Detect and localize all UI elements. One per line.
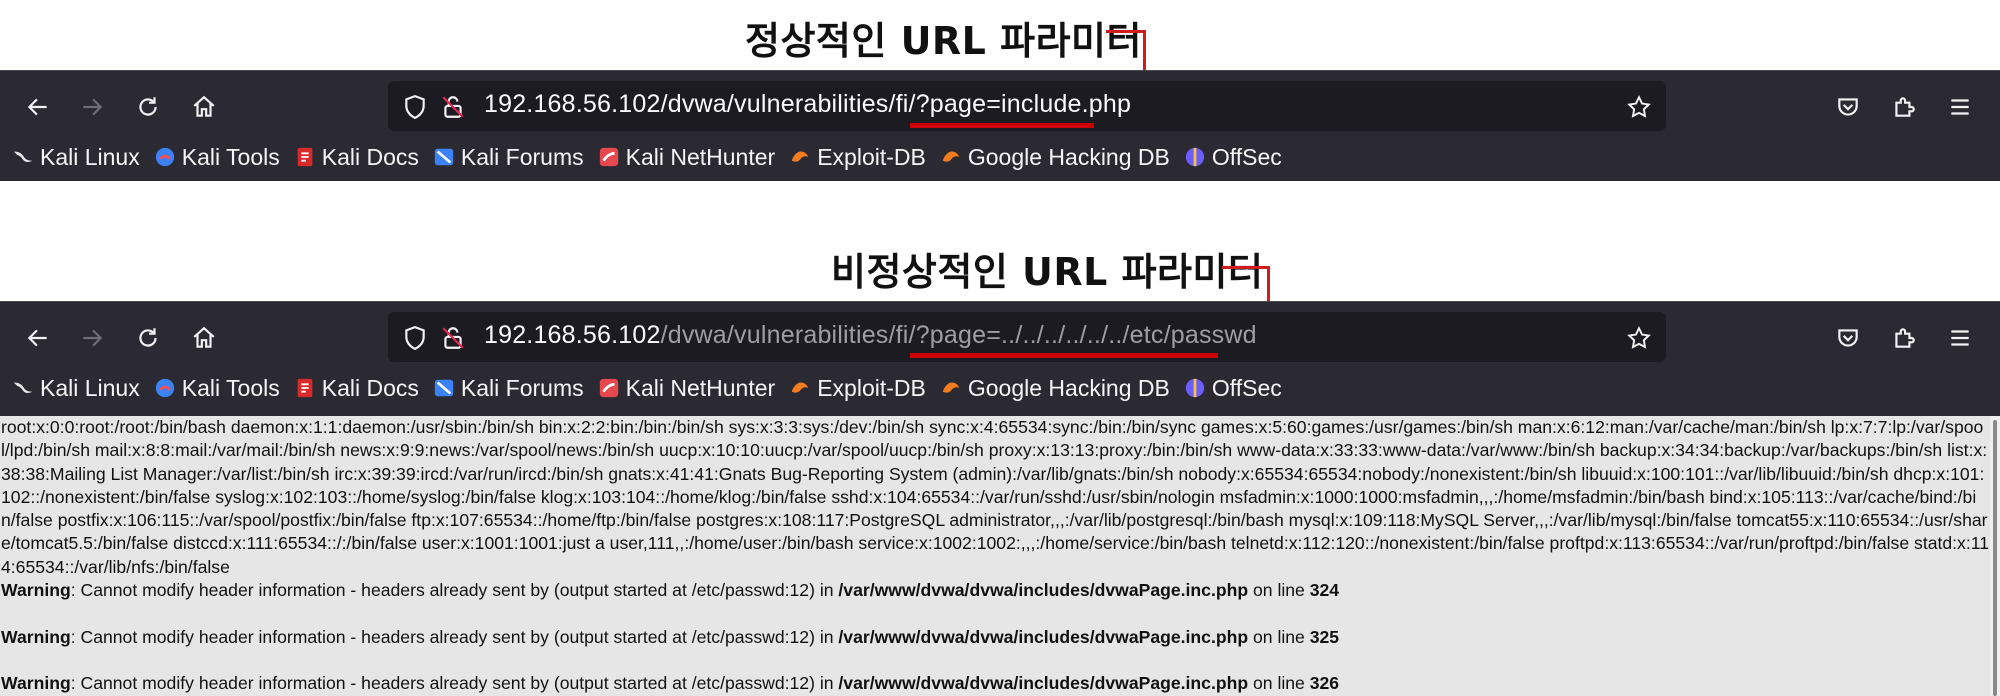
bookmark-kali-nethunter[interactable]: Kali NetHunter	[598, 375, 775, 402]
bookmark-exploit-db[interactable]: Exploit-DB	[789, 375, 926, 402]
browser-toolbar-bottom: 192.168.56.102/dvwa/vulnerabilities/fi/?…	[0, 301, 2000, 416]
bookmark-exploit-db[interactable]: Exploit-DB	[789, 144, 926, 171]
kali-dragon-icon	[13, 382, 33, 394]
kali-tools-icon	[155, 378, 174, 398]
menu-button[interactable]	[1940, 318, 1980, 358]
kali-forums-icon	[434, 379, 454, 397]
ghdb-icon	[942, 382, 960, 393]
home-icon	[193, 95, 215, 117]
caption-abnormal-url: 비정상적인 URL 파라미터	[831, 250, 1264, 294]
back-button[interactable]	[14, 85, 62, 129]
bookmark-star-icon[interactable]	[1626, 94, 1652, 120]
url-highlight-underline-bottom	[910, 353, 1218, 358]
url-text[interactable]: 192.168.56.102/dvwa/vulnerabilities/fi/?…	[484, 90, 1131, 119]
pocket-button[interactable]	[1828, 318, 1868, 358]
puzzle-icon	[1895, 328, 1915, 348]
insecure-lock-icon[interactable]	[440, 94, 466, 120]
forward-arrow-icon	[83, 329, 103, 347]
ghdb-icon	[942, 151, 960, 162]
kali-docs-icon	[297, 147, 313, 167]
bookmark-google-hacking-db[interactable]: Google Hacking DB	[940, 375, 1170, 402]
extensions-button[interactable]	[1884, 87, 1924, 127]
hamburger-menu-icon	[1951, 99, 1969, 115]
offsec-icon	[1185, 378, 1205, 398]
home-button[interactable]	[180, 316, 228, 360]
php-warning: Warning: Cannot modify header informatio…	[1, 626, 1340, 647]
bookmark-kali-forums[interactable]: Kali Forums	[433, 375, 584, 402]
forward-button[interactable]	[68, 316, 116, 360]
bookmark-kali-nethunter[interactable]: Kali NetHunter	[598, 144, 775, 171]
offsec-icon	[1185, 147, 1205, 167]
url-path: /dvwa/vulnerabilities/fi/?page=../../../…	[660, 321, 1257, 349]
caption-normal-url: 정상적인 URL 파라미터	[745, 19, 1142, 63]
bookmark-kali-docs[interactable]: Kali Docs	[294, 144, 419, 171]
forward-button[interactable]	[68, 85, 116, 129]
kali-tools-icon	[155, 147, 174, 167]
url-text[interactable]: 192.168.56.102/dvwa/vulnerabilities/fi/?…	[484, 321, 1257, 350]
bookmark-kali-tools[interactable]: Kali Tools	[154, 144, 280, 171]
bookmark-kali-docs[interactable]: Kali Docs	[294, 375, 419, 402]
reload-button[interactable]	[124, 85, 172, 129]
menu-button[interactable]	[1940, 87, 1980, 127]
hamburger-menu-icon	[1951, 330, 1969, 346]
bookmarks-toolbar: Kali Linux Kali Tools Kali Docs Kali For…	[12, 139, 1282, 175]
bookmark-offsec[interactable]: OffSec	[1184, 375, 1282, 402]
forward-arrow-icon	[83, 98, 103, 116]
kali-nethunter-icon	[599, 147, 618, 167]
page-content: root:x:0:0:root:/root:/bin/bash daemon:x…	[0, 416, 1990, 696]
passwd-file-output: root:x:0:0:root:/root:/bin/bash daemon:x…	[1, 417, 1990, 577]
kali-docs-icon	[297, 378, 313, 398]
extensions-button[interactable]	[1884, 318, 1924, 358]
bookmarks-toolbar: Kali Linux Kali Tools Kali Docs Kali For…	[12, 370, 1282, 406]
back-arrow-icon	[27, 329, 47, 347]
scrollbar-thumb[interactable]	[1993, 420, 1997, 696]
insecure-lock-icon[interactable]	[440, 325, 466, 351]
reload-icon	[139, 328, 157, 347]
php-warning: Warning: Cannot modify header informatio…	[1, 580, 1340, 601]
shield-icon[interactable]	[402, 325, 428, 351]
kali-nethunter-icon	[599, 378, 618, 398]
bookmark-kali-linux[interactable]: Kali Linux	[12, 144, 140, 171]
bookmark-kali-forums[interactable]: Kali Forums	[433, 144, 584, 171]
exploit-db-icon	[791, 382, 809, 393]
home-icon	[193, 326, 215, 348]
bookmark-offsec[interactable]: OffSec	[1184, 144, 1282, 171]
url-host: 192.168.56.102	[484, 90, 661, 118]
url-highlight-underline-top	[910, 123, 1094, 128]
back-button[interactable]	[14, 316, 62, 360]
bookmark-google-hacking-db[interactable]: Google Hacking DB	[940, 144, 1170, 171]
home-button[interactable]	[180, 85, 228, 129]
bookmark-kali-linux[interactable]: Kali Linux	[12, 375, 140, 402]
php-warning: Warning: Cannot modify header informatio…	[1, 673, 1340, 694]
exploit-db-icon	[791, 151, 809, 162]
reload-button[interactable]	[124, 316, 172, 360]
kali-dragon-icon	[13, 151, 33, 163]
bookmark-star-icon[interactable]	[1626, 325, 1652, 351]
shield-icon[interactable]	[402, 94, 428, 120]
puzzle-icon	[1895, 97, 1915, 117]
pocket-icon	[1838, 98, 1858, 116]
pocket-button[interactable]	[1828, 87, 1868, 127]
reload-icon	[139, 97, 157, 116]
url-path: /dvwa/vulnerabilities/fi/?page=include.p…	[660, 90, 1132, 118]
pocket-icon	[1838, 329, 1858, 347]
back-arrow-icon	[27, 98, 47, 116]
kali-forums-icon	[434, 148, 454, 166]
bookmark-kali-tools[interactable]: Kali Tools	[154, 375, 280, 402]
url-host: 192.168.56.102	[484, 321, 661, 349]
